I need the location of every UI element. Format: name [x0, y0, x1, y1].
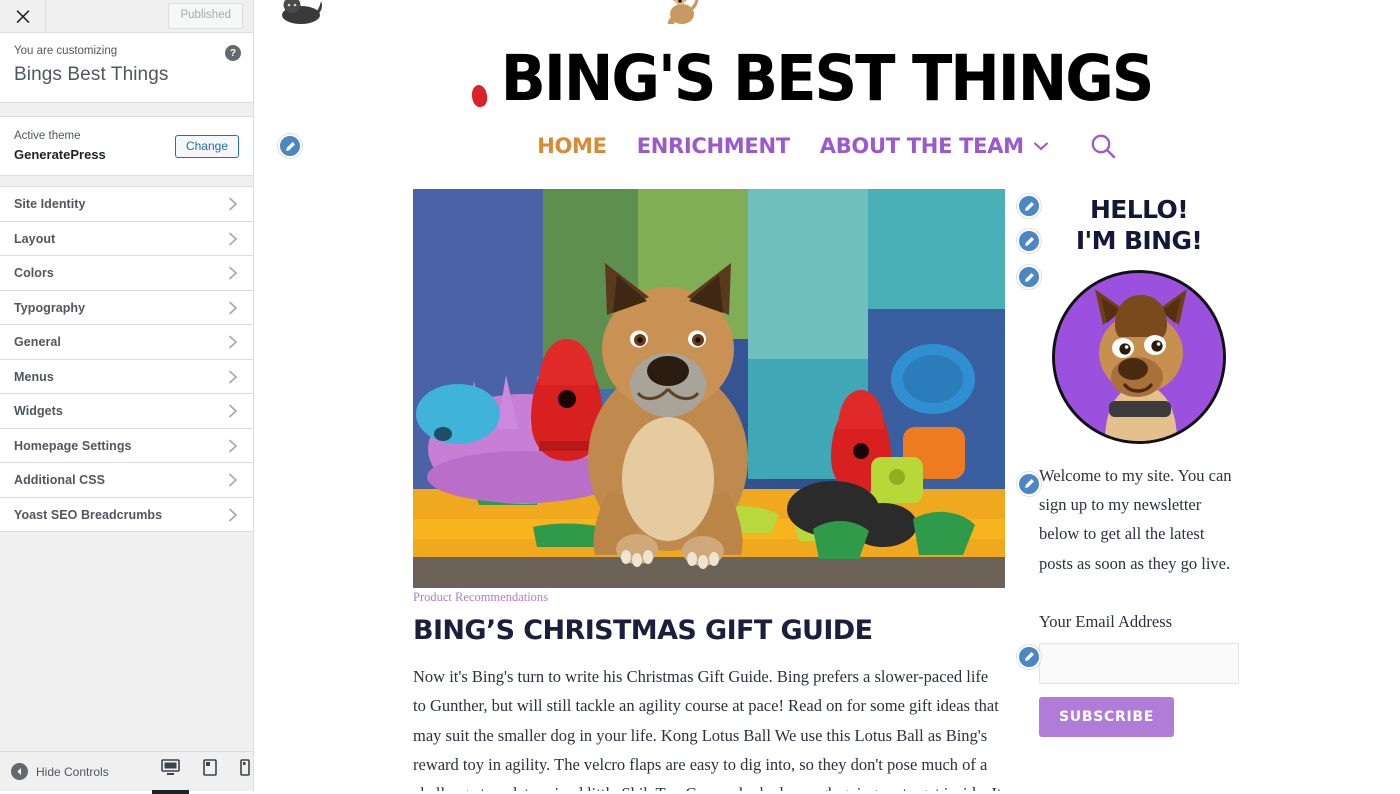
hide-controls-label: Hide Controls	[36, 764, 109, 779]
customizer-panel-site-identity[interactable]: Site Identity	[0, 187, 253, 222]
customizer-panel-additional-css[interactable]: Additional CSS	[0, 463, 253, 498]
active-theme-name: GeneratePress	[14, 146, 106, 162]
device-preview-switcher	[152, 757, 253, 794]
active-theme-text: Active theme GeneratePress	[14, 128, 106, 165]
site-preview: BING'S BEST THINGS HOME ENRICHMENT ABOUT…	[254, 0, 1400, 791]
edit-navigation-pencil-icon[interactable]	[278, 134, 302, 158]
publish-button[interactable]: Published	[168, 3, 243, 29]
post-featured-image[interactable]	[413, 189, 1005, 588]
customizer-footer: Hide Controls	[0, 751, 253, 794]
chevron-right-icon	[228, 473, 239, 487]
email-field-label: Your Email Address	[1039, 611, 1173, 631]
edit-widget-image-pencil-icon[interactable]	[1017, 265, 1041, 289]
sidebar-empty-area	[0, 532, 253, 751]
customizer-panel-yoast-seo-breadcrumbs[interactable]: Yoast SEO Breadcrumbs	[0, 497, 253, 533]
email-input[interactable]	[1039, 643, 1239, 685]
customizer-panel-general[interactable]: General	[0, 325, 253, 360]
customizer-panel-menus[interactable]: Menus	[0, 359, 253, 395]
chevron-down-icon[interactable]	[1033, 141, 1049, 152]
close-customizer-button[interactable]	[0, 0, 46, 32]
chevron-right-icon	[228, 266, 239, 280]
chevron-right-icon	[228, 301, 239, 315]
chevron-right-icon	[228, 335, 239, 349]
nav-item-about-the-team[interactable]: ABOUT THE TEAM	[820, 134, 1024, 158]
dog-with-toys-photo	[413, 189, 1005, 588]
customizer-panel-label: Menus	[14, 369, 54, 384]
device-desktop-button[interactable]	[152, 757, 189, 794]
customizer-panel-colors[interactable]: Colors	[0, 256, 253, 291]
site-title: Bings Best Things	[14, 64, 169, 86]
customizer-panel-widgets[interactable]: Widgets	[0, 394, 253, 429]
customizer-panel-label: Yoast SEO Breadcrumbs	[14, 507, 163, 522]
customizer-sidebar: Published You are customizing Bings Best…	[0, 0, 254, 794]
site-logo[interactable]: BING'S BEST THINGS	[254, 0, 1400, 115]
widget-heading-line1: HELLO!	[1089, 195, 1189, 224]
widget-welcome-text: Welcome to my site. You can sign up to m…	[1039, 465, 1232, 573]
customizer-panel-typography[interactable]: Typography	[0, 290, 253, 326]
hide-controls-button[interactable]: Hide Controls	[0, 763, 109, 780]
post-category-link[interactable]: Product Recommendations	[413, 590, 548, 605]
post-article: Product Recommendations BING’S CHRISTMAS…	[413, 189, 1005, 791]
primary-navigation: HOME ENRICHMENT ABOUT THE TEAM	[254, 132, 1400, 160]
device-tablet-button[interactable]	[200, 757, 220, 787]
help-question-icon[interactable]: ?	[225, 45, 241, 61]
close-x-icon	[16, 10, 29, 23]
search-icon[interactable]	[1089, 132, 1117, 160]
logo-red-accent	[470, 84, 489, 108]
customizer-panel-layout[interactable]: Layout	[0, 221, 253, 257]
active-theme-label: Active theme	[14, 129, 81, 142]
post-body-text: Now it's Bing's turn to write his Christ…	[413, 667, 1002, 791]
customizer-panel-label: General	[14, 335, 61, 350]
active-theme-row: Active theme GeneratePress Change	[0, 115, 253, 177]
edit-newsletter-pencil-icon[interactable]	[1017, 644, 1041, 669]
customizer-panel-label: Site Identity	[14, 197, 86, 212]
nav-item-home[interactable]: HOME	[537, 134, 607, 158]
black-cat-icon	[282, 0, 322, 24]
post-title: BING’S CHRISTMAS GIFT GUIDE	[413, 615, 873, 646]
desktop-icon	[161, 758, 180, 775]
content-area: Product Recommendations BING’S CHRISTMAS…	[254, 189, 1400, 791]
logo-text: BING'S BEST THINGS	[501, 42, 1155, 115]
edit-widget-heading-pencil-icon[interactable]	[1017, 194, 1041, 218]
chevron-right-icon	[228, 439, 239, 453]
tablet-icon	[203, 758, 217, 776]
customizer-panel-list: Site Identity Layout Colors Typography Gener…	[0, 186, 253, 533]
sidebar-spacer-1	[0, 102, 253, 116]
chevron-right-icon	[228, 508, 239, 522]
customizer-panel-homepage-settings[interactable]: Homepage Settings	[0, 428, 253, 464]
chevron-right-icon	[228, 404, 239, 418]
site-header: BING'S BEST THINGS HOME ENRICHMENT ABOUT…	[254, 0, 1400, 160]
device-mobile-button[interactable]	[237, 757, 253, 787]
subscribe-button[interactable]: SUBSCRIBE	[1039, 697, 1175, 738]
tan-dog-icon	[667, 0, 699, 24]
customizer-panel-label: Colors	[14, 266, 54, 281]
edit-welcome-text-pencil-icon[interactable]	[1017, 471, 1041, 496]
bing-dog-avatar	[1052, 269, 1226, 444]
chevron-right-icon	[228, 197, 239, 211]
chevron-right-icon	[228, 370, 239, 384]
dog	[588, 263, 748, 569]
change-theme-button[interactable]: Change	[174, 134, 239, 158]
customizer-panel-label: Typography	[14, 300, 86, 315]
customizer-panel-label: Homepage Settings	[14, 438, 132, 453]
customizer-screen: Published You are customizing Bings Best…	[0, 0, 1400, 794]
customizer-panel-label: Additional CSS	[14, 473, 105, 488]
customizer-topbar: Published	[0, 0, 253, 33]
customizer-info: You are customizing Bings Best Things ?	[0, 33, 253, 103]
customizer-panel-label: Layout	[14, 231, 56, 246]
site-sidebar-widgets: HELLO! I'M BING! Welcome to my site. You…	[1017, 189, 1239, 791]
mobile-icon	[240, 758, 250, 776]
widget-heading-line2: I'M BING!	[1075, 226, 1203, 256]
nav-item-enrichment[interactable]: ENRICHMENT	[637, 134, 790, 158]
nav-item-about-the-team-group: ABOUT THE TEAM	[820, 134, 1049, 158]
customizing-label: You are customizing	[14, 45, 118, 57]
customizer-panel-label: Widgets	[14, 404, 63, 419]
sidebar-spacer-2	[0, 176, 253, 187]
chevron-right-icon	[228, 232, 239, 246]
edit-widget-avatar-pencil-icon[interactable]	[1017, 229, 1041, 253]
collapse-arrow-icon	[11, 763, 28, 780]
